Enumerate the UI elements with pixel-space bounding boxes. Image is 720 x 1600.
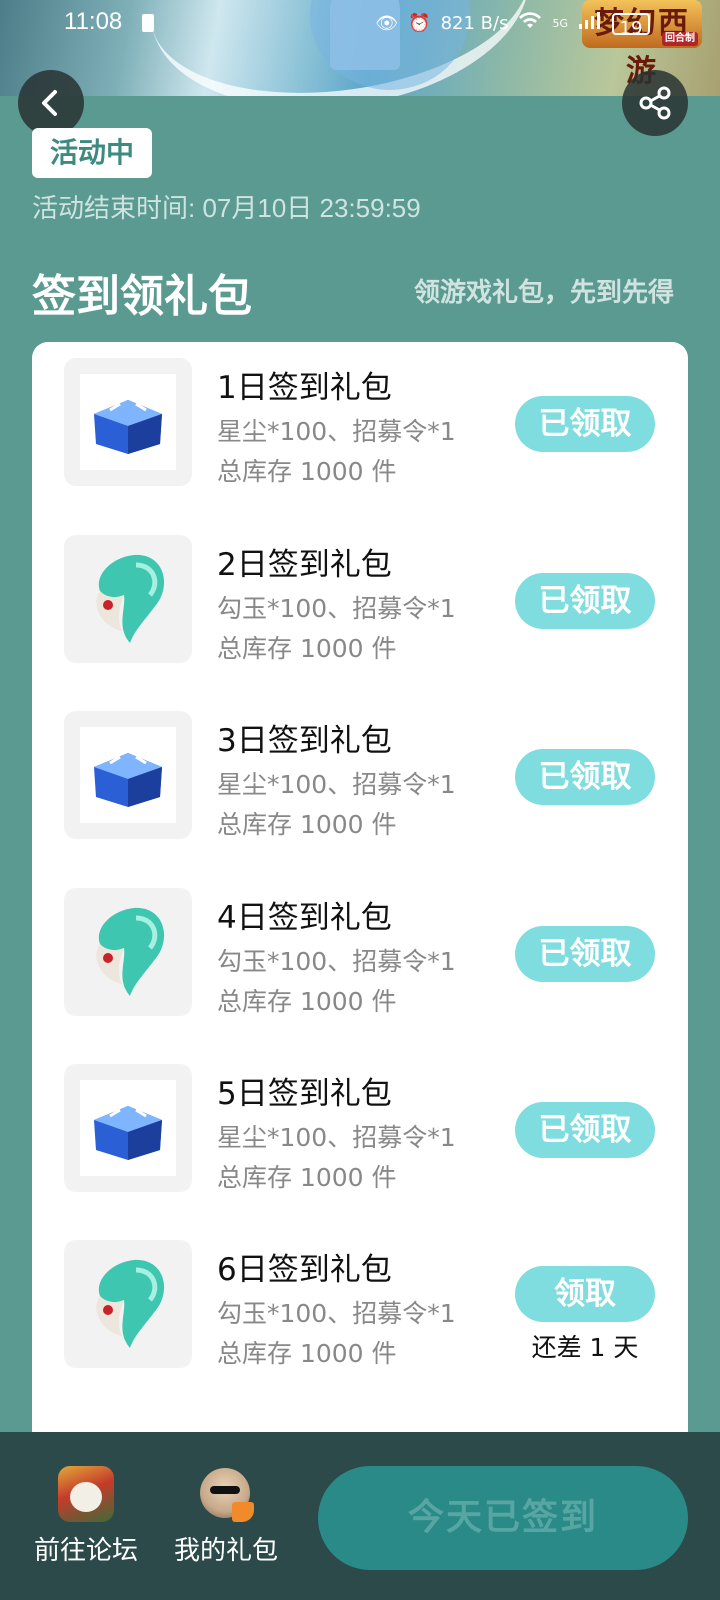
signal-icon: [578, 10, 602, 39]
gift-contents: 勾玉*100、招募令*1: [217, 947, 456, 976]
list-item: 1日签到礼包 星尘*100、招募令*1 总库存 1000 件 已领取: [32, 358, 688, 486]
gift-thumbnail: [64, 711, 192, 839]
blue-chest-icon: [94, 1106, 162, 1160]
status-badge: 活动中: [32, 128, 153, 178]
share-icon: [639, 86, 671, 120]
list-item: 4日签到礼包 勾玉*100、招募令*1 总库存 1000 件 已领取: [32, 888, 688, 1016]
signed-in-today-button[interactable]: 今天已签到: [318, 1466, 688, 1570]
eye-icon: 👁: [375, 13, 399, 34]
gift-title: 2日签到礼包: [217, 547, 392, 583]
network-label: 5G: [552, 17, 568, 30]
my-gifts-link[interactable]: 我的礼包: [166, 1466, 286, 1567]
list-item: 2日签到礼包 勾玉*100、招募令*1 总库存 1000 件 已领取: [32, 535, 688, 663]
gift-stock: 总库存 1000 件: [217, 1163, 397, 1192]
forum-game-icon: [58, 1466, 114, 1522]
jade-magatama-icon: [96, 1259, 165, 1348]
days-remaining: 还差 1 天: [531, 1333, 639, 1362]
gift-title: 6日签到礼包: [217, 1252, 392, 1288]
blue-chest-icon: [94, 400, 162, 454]
gift-title: 4日签到礼包: [217, 900, 392, 936]
battery-saver-icon: [142, 14, 154, 32]
network-speed: 821 B/s: [440, 13, 509, 34]
gift-contents: 星尘*100、招募令*1: [217, 417, 456, 446]
gift-thumbnail: [64, 1240, 192, 1368]
gift-thumbnail: [64, 1064, 192, 1192]
gift-contents: 星尘*100、招募令*1: [217, 1123, 456, 1152]
claimed-button[interactable]: 已领取: [515, 396, 655, 452]
list-item: 3日签到礼包 星尘*100、招募令*1 总库存 1000 件 已领取: [32, 711, 688, 839]
claimed-button[interactable]: 已领取: [515, 926, 655, 982]
gift-list: 1日签到礼包 星尘*100、招募令*1 总库存 1000 件 已领取 2日签到礼…: [32, 342, 688, 1442]
my-gifts-label: 我的礼包: [173, 1536, 278, 1566]
gift-stock: 总库存 1000 件: [217, 987, 397, 1016]
activity-end-time: 活动结束时间: 07月10日 23:59:59: [32, 193, 421, 223]
page-title: 签到领礼包: [32, 271, 252, 322]
forum-link[interactable]: 前往论坛: [26, 1466, 146, 1567]
share-button[interactable]: [622, 70, 688, 136]
claimed-button[interactable]: 已领取: [515, 573, 655, 629]
gift-contents: 勾玉*100、招募令*1: [217, 594, 456, 623]
forum-label: 前往论坛: [33, 1536, 138, 1566]
chevron-left-icon: [42, 90, 57, 116]
avatar-gift-icon: [198, 1466, 254, 1522]
gift-title: 5日签到礼包: [217, 1076, 392, 1112]
gift-stock: 总库存 1000 件: [217, 810, 397, 839]
gift-contents: 勾玉*100、招募令*1: [217, 1299, 456, 1328]
gift-stock: 总库存 1000 件: [217, 1339, 397, 1368]
gift-stock: 总库存 1000 件: [217, 634, 397, 663]
jade-magatama-icon: [96, 554, 165, 643]
list-item: 6日签到礼包 勾玉*100、招募令*1 总库存 1000 件 领取 还差 1 天: [32, 1240, 688, 1368]
list-item: 5日签到礼包 星尘*100、招募令*1 总库存 1000 件 已领取: [32, 1064, 688, 1192]
claimed-button[interactable]: 已领取: [515, 749, 655, 805]
status-bar: 11:08 👁 ⏰ 821 B/s 5G 19: [0, 0, 720, 48]
blue-chest-icon: [94, 753, 162, 807]
claim-button[interactable]: 领取: [515, 1266, 655, 1322]
claimed-button[interactable]: 已领取: [515, 1102, 655, 1158]
status-time: 11:08: [64, 8, 123, 35]
battery-indicator: 19: [612, 13, 650, 39]
gift-thumbnail: [64, 888, 192, 1016]
gift-stock: 总库存 1000 件: [217, 457, 397, 486]
bottom-bar: 前往论坛 我的礼包 今天已签到: [0, 1432, 720, 1600]
wifi-icon: [518, 10, 542, 39]
gift-thumbnail: [64, 358, 192, 486]
gift-title: 1日签到礼包: [217, 370, 392, 406]
gift-contents: 星尘*100、招募令*1: [217, 770, 456, 799]
alarm-icon: ⏰: [408, 13, 431, 34]
page-subtitle: 领游戏礼包，先到先得: [413, 278, 674, 308]
jade-magatama-icon: [96, 907, 165, 996]
gift-thumbnail: [64, 535, 192, 663]
gift-title: 3日签到礼包: [217, 723, 392, 759]
back-button[interactable]: [18, 70, 84, 136]
